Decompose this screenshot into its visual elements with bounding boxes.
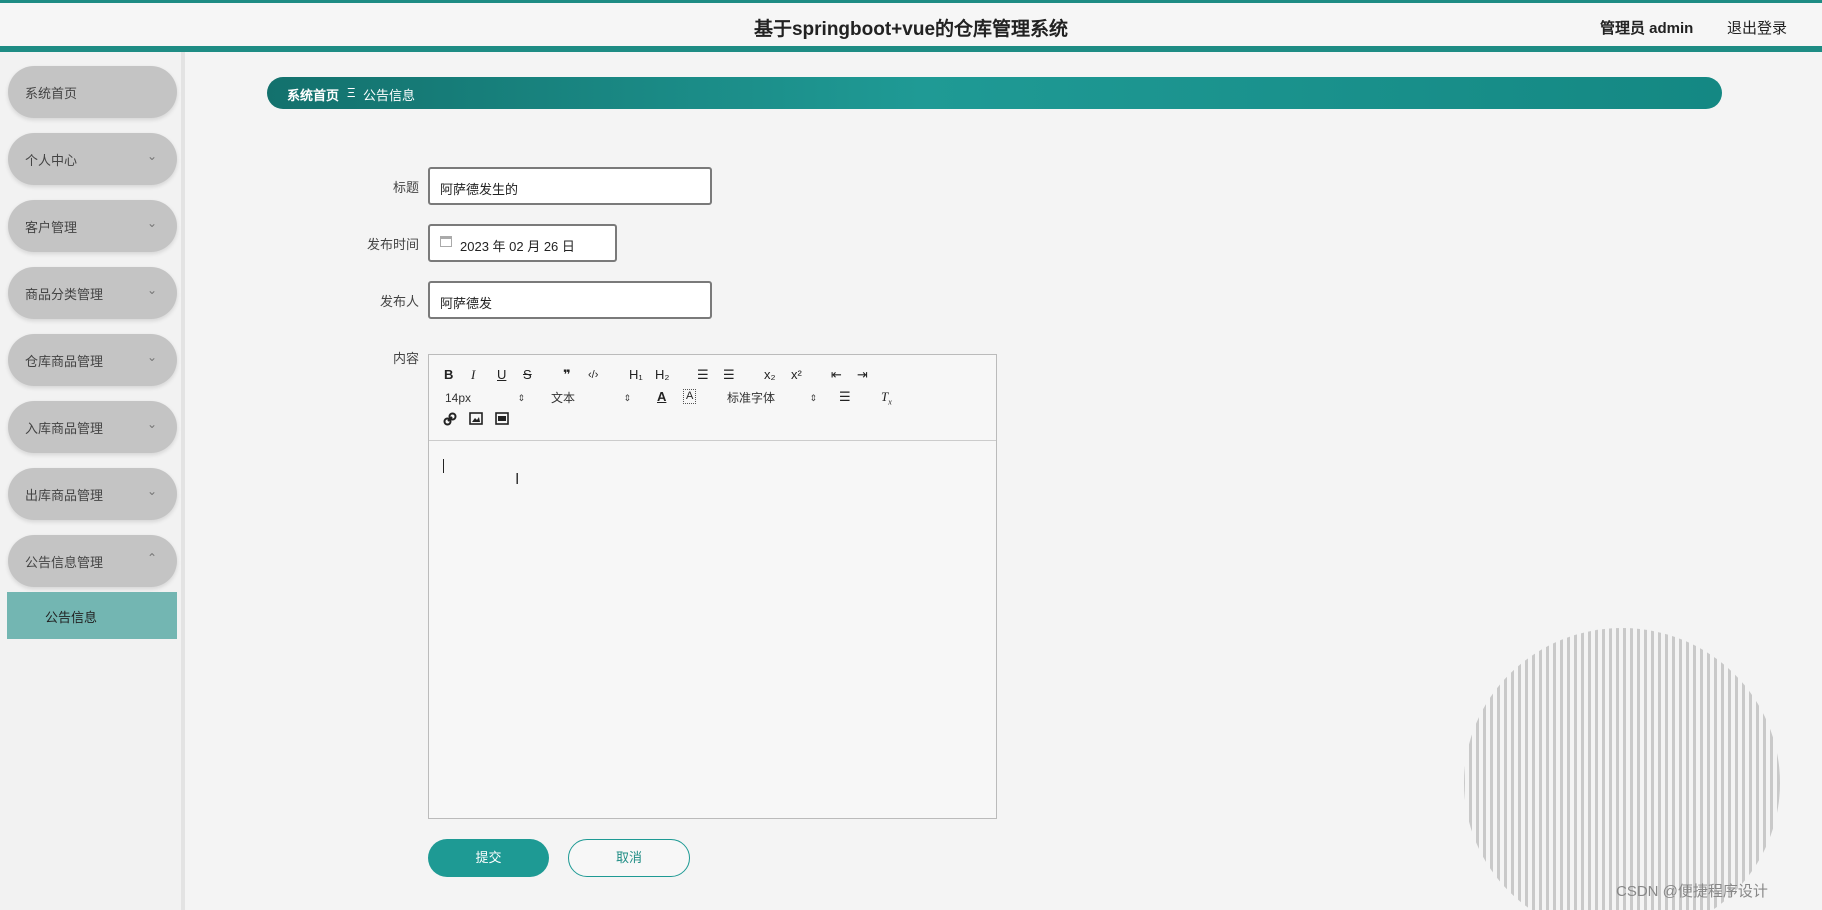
indent-icon[interactable]: ⇥ [857, 367, 868, 383]
underline-button[interactable]: U [497, 367, 506, 383]
sidebar-item-label: 商品分类管理 [25, 287, 104, 302]
chevron-down-icon: ⌄ [146, 216, 157, 230]
sidebar-item-warehouse-goods[interactable]: 仓库商品管理 ⌄ [8, 334, 177, 386]
block-format-select[interactable]: 文本 ⇕ [551, 390, 631, 406]
sidebar-subitem-label: 公告信息 [45, 610, 98, 625]
sidebar-item-notice-management[interactable]: 公告信息管理 ⌃ [8, 535, 177, 587]
outdent-icon[interactable]: ⇤ [831, 367, 842, 383]
font-size-select[interactable]: 14px ⇕ [445, 390, 525, 406]
watermark-text: CSDN @便捷程序设计 [1616, 883, 1768, 900]
submit-button[interactable]: 提交 [428, 839, 549, 877]
publish-time-value: 2023 年 02 月 26 日 [460, 239, 575, 254]
current-user: 管理员 admin [1600, 20, 1694, 37]
sidebar-item-label: 个人中心 [25, 153, 78, 168]
editor-content-area[interactable]: I [429, 441, 996, 819]
background-color-button[interactable]: A [683, 389, 697, 404]
app-title: 基于springboot+vue的仓库管理系统 [753, 19, 1069, 40]
breadcrumb-current: 公告信息 [363, 88, 416, 103]
heading2-button[interactable]: H₂ [655, 367, 669, 383]
bullet-list-icon[interactable]: ☰ [723, 367, 735, 383]
sidebar-item-label: 仓库商品管理 [25, 354, 104, 369]
align-icon[interactable]: ☰ [839, 389, 851, 405]
select-arrows-icon: ⇕ [623, 393, 631, 403]
chevron-down-icon: ⌄ [146, 484, 157, 498]
header-bar: 基于springboot+vue的仓库管理系统 管理员 admin 退出登录 [0, 0, 1822, 52]
text-cursor-icon: I [515, 471, 520, 488]
font-size-value: 14px [445, 391, 472, 405]
sidebar-item-home[interactable]: 系统首页 [8, 66, 177, 118]
sidebar-item-inbound-goods[interactable]: 入库商品管理 ⌄ [8, 401, 177, 453]
font-family-select[interactable]: 标准字体 ⇕ [727, 390, 817, 406]
publisher-label: 发布人 [379, 294, 419, 309]
sidebar-item-categories[interactable]: 商品分类管理 ⌄ [8, 267, 177, 319]
editor-toolbar: B I U S ❞ ‹/› H₁ H₂ ☰ ☰ x₂ x² ⇤ ⇥ 14px ⇕… [429, 355, 996, 441]
publish-time-picker[interactable]: 2023 年 02 月 26 日 [428, 224, 617, 262]
sidebar-item-label: 系统首页 [25, 86, 78, 101]
clear-format-icon[interactable]: Tx [881, 389, 892, 411]
font-family-value: 标准字体 [727, 391, 776, 405]
strikethrough-button[interactable]: S [523, 367, 532, 383]
chevron-down-icon: ⌄ [146, 417, 157, 431]
chevron-down-icon: ⌄ [146, 283, 157, 297]
image-icon[interactable] [469, 412, 483, 429]
publish-time-label: 发布时间 [366, 237, 419, 252]
sidebar-subitem-notice[interactable]: 公告信息 [7, 592, 177, 639]
title-label: 标题 [392, 180, 419, 195]
italic-button[interactable]: I [471, 367, 475, 383]
breadcrumb: 系统首页 Ξ 公告信息 [267, 77, 1722, 109]
sidebar-item-label: 出库商品管理 [25, 488, 104, 503]
chevron-down-icon: ⌄ [146, 149, 157, 163]
sidebar-item-label: 入库商品管理 [25, 421, 104, 436]
publisher-field[interactable]: 阿萨德发 [428, 281, 712, 319]
bold-button[interactable]: B [444, 367, 453, 383]
decorative-striped-circle [1464, 628, 1780, 910]
chevron-up-icon: ⌃ [146, 551, 157, 565]
cancel-button[interactable]: 取消 [568, 839, 690, 877]
title-field[interactable]: 阿萨德发生的 [428, 167, 712, 205]
content-label: 内容 [392, 351, 419, 366]
chevron-down-icon: ⌄ [146, 350, 157, 364]
link-icon[interactable] [443, 412, 457, 430]
heading1-button[interactable]: H₁ [629, 367, 643, 383]
text-caret [443, 459, 444, 473]
sidebar-item-label: 公告信息管理 [25, 555, 104, 570]
calendar-icon [440, 236, 452, 247]
ordered-list-icon[interactable]: ☰ [697, 367, 709, 383]
rich-text-editor: B I U S ❞ ‹/› H₁ H₂ ☰ ☰ x₂ x² ⇤ ⇥ 14px ⇕… [428, 354, 997, 819]
select-arrows-icon: ⇕ [809, 393, 817, 403]
select-arrows-icon: ⇕ [517, 393, 525, 403]
sidebar-item-customers[interactable]: 客户管理 ⌄ [8, 200, 177, 252]
block-format-value: 文本 [551, 391, 576, 405]
sidebar-item-outbound-goods[interactable]: 出库商品管理 ⌄ [8, 468, 177, 520]
sidebar-item-personal-center[interactable]: 个人中心 ⌄ [8, 133, 177, 185]
sidebar-item-label: 客户管理 [25, 220, 78, 235]
sidebar: 系统首页 个人中心 ⌄ 客户管理 ⌄ 商品分类管理 ⌄ 仓库商品管理 ⌄ 入库商… [0, 52, 185, 910]
superscript-button[interactable]: x² [791, 367, 802, 383]
video-icon[interactable] [495, 412, 509, 429]
font-color-button[interactable]: A [657, 389, 666, 405]
breadcrumb-home[interactable]: 系统首页 [287, 85, 339, 104]
logout-link[interactable]: 退出登录 [1727, 17, 1787, 38]
blockquote-icon[interactable]: ❞ [563, 367, 571, 383]
code-icon[interactable]: ‹/› [588, 367, 598, 383]
subscript-button[interactable]: x₂ [764, 367, 776, 383]
breadcrumb-separator-icon: Ξ [347, 85, 356, 100]
